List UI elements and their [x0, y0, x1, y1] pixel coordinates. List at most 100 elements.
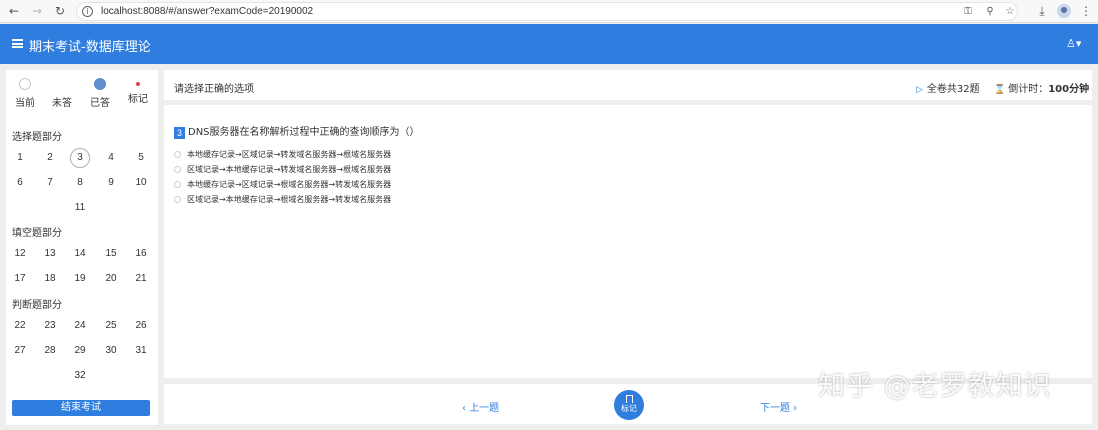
- zoom-icon[interactable]: ⚲: [983, 5, 997, 19]
- question-number-15[interactable]: 15: [101, 244, 121, 264]
- option-a[interactable]: 本地缓存记录→区域记录→转发域名服务器→根域名服务器: [174, 149, 391, 160]
- question-number-26[interactable]: 26: [131, 316, 151, 336]
- question-panel: 3 DNS服务器在名称解析过程中正确的查询顺序为（） 本地缓存记录→区域记录→转发…: [164, 105, 1092, 378]
- question-number-11[interactable]: 11: [70, 198, 90, 218]
- download-icon[interactable]: ⤓: [1034, 3, 1050, 19]
- url-text[interactable]: localhost:8088/#/answer?examCode=2019000…: [101, 6, 313, 17]
- section-title-choice: 选择题部分: [12, 132, 62, 143]
- question-number-10[interactable]: 10: [131, 173, 151, 193]
- question-number-21[interactable]: 21: [131, 269, 151, 289]
- status-legend: 当前 未答 已答 标记: [6, 70, 158, 110]
- bookmark-star-icon[interactable]: ☆: [1003, 5, 1017, 19]
- prev-question-button[interactable]: ‹ 上一题: [462, 399, 499, 414]
- next-question-button[interactable]: 下一题 ›: [760, 399, 797, 414]
- question-navigator: 当前 未答 已答 标记 选择题部分 1 2 3 4 5 6 7 8 9 10 1…: [6, 70, 158, 425]
- question-number-17[interactable]: 17: [10, 269, 30, 289]
- question-number-27[interactable]: 27: [10, 341, 30, 361]
- total-questions: ▷ 全卷共32题: [916, 80, 980, 95]
- prev-label: 上一题: [469, 403, 500, 414]
- countdown-value: 100分钟: [1048, 84, 1090, 95]
- next-label: 下一题: [760, 403, 790, 414]
- question-number-19[interactable]: 19: [70, 269, 90, 289]
- current-marker-icon: [19, 78, 31, 90]
- user-menu-icon[interactable]: ♙▾: [1066, 37, 1090, 53]
- question-number-24[interactable]: 24: [70, 316, 90, 336]
- section-title-judge: 判断题部分: [12, 300, 62, 311]
- radio-icon[interactable]: [174, 196, 181, 203]
- flagged-marker-icon: [136, 82, 140, 86]
- radio-icon[interactable]: [174, 181, 181, 188]
- address-bar[interactable]: i localhost:8088/#/answer?examCode=20190…: [76, 2, 1018, 21]
- instruction-text: 请选择正确的选项: [174, 84, 254, 95]
- countdown-label: 倒计时：: [1008, 84, 1049, 95]
- question-number-32[interactable]: 32: [70, 366, 90, 386]
- question-number-7[interactable]: 7: [40, 173, 60, 193]
- play-icon: ▷: [916, 85, 923, 95]
- chevron-right-icon: ›: [790, 403, 798, 414]
- question-number-18[interactable]: 18: [40, 269, 60, 289]
- legend-current: 当前: [8, 78, 42, 109]
- question-number-6[interactable]: 6: [10, 173, 30, 193]
- question-number-30[interactable]: 30: [101, 341, 121, 361]
- answered-marker-icon: [94, 78, 106, 90]
- question-number-12[interactable]: 12: [10, 244, 30, 264]
- question-number-13[interactable]: 13: [40, 244, 60, 264]
- countdown-timer: ⌛ 倒计时：100分钟: [994, 80, 1089, 95]
- legend-label: 已答: [90, 98, 110, 109]
- question-stem: 3 DNS服务器在名称解析过程中正确的查询顺序为（）: [174, 123, 420, 139]
- flag-label: 标记: [621, 404, 637, 413]
- option-d[interactable]: 区域记录→本地缓存记录→根域名服务器→转发域名服务器: [174, 194, 391, 205]
- question-number-14[interactable]: 14: [70, 244, 90, 264]
- question-number-2[interactable]: 2: [40, 148, 60, 168]
- end-exam-button[interactable]: 结束考试: [12, 400, 150, 416]
- question-number-20[interactable]: 20: [101, 269, 121, 289]
- password-key-icon[interactable]: ⚿: [961, 5, 975, 19]
- option-b[interactable]: 区域记录→本地缓存记录→转发域名服务器→根域名服务器: [174, 164, 391, 175]
- question-number-29[interactable]: 29: [70, 341, 90, 361]
- hamburger-menu-icon[interactable]: [12, 39, 23, 48]
- question-number-4[interactable]: 4: [101, 148, 121, 168]
- option-text: 本地缓存记录→区域记录→根域名服务器→转发域名服务器: [187, 180, 392, 189]
- legend-unanswered: 未答: [45, 78, 79, 109]
- radio-icon[interactable]: [174, 151, 181, 158]
- legend-label: 当前: [15, 98, 35, 109]
- legend-flagged: 标记: [121, 78, 155, 105]
- question-number-3[interactable]: 3: [70, 148, 90, 168]
- question-number-16[interactable]: 16: [131, 244, 151, 264]
- question-number-1[interactable]: 1: [10, 148, 30, 168]
- section-title-fill: 填空题部分: [12, 228, 62, 239]
- question-number-31[interactable]: 31: [131, 341, 151, 361]
- reload-icon[interactable]: ↻: [52, 3, 68, 19]
- back-icon[interactable]: ←: [6, 3, 22, 19]
- question-number-25[interactable]: 25: [101, 316, 121, 336]
- question-number-8[interactable]: 8: [70, 173, 90, 193]
- radio-icon[interactable]: [174, 166, 181, 173]
- bookmark-icon: [625, 395, 633, 403]
- question-number-5[interactable]: 5: [131, 148, 151, 168]
- flag-question-button[interactable]: 标记: [614, 390, 644, 420]
- watermark: 知乎 @老罗教知识: [818, 371, 1052, 402]
- question-number-22[interactable]: 22: [10, 316, 30, 336]
- app-header: 期末考试-数据库理论 ♙▾: [0, 24, 1098, 64]
- option-c[interactable]: 本地缓存记录→区域记录→根域名服务器→转发域名服务器: [174, 179, 391, 190]
- more-menu-icon[interactable]: ⋮: [1078, 3, 1094, 19]
- question-number-9[interactable]: 9: [101, 173, 121, 193]
- hourglass-icon: ⌛: [994, 85, 1006, 95]
- forward-icon[interactable]: →: [29, 3, 45, 19]
- site-info-icon[interactable]: i: [82, 6, 93, 17]
- option-text: 区域记录→本地缓存记录→转发域名服务器→根域名服务器: [187, 165, 392, 174]
- legend-answered: 已答: [83, 78, 117, 109]
- browser-toolbar: ← → ↻ i localhost:8088/#/answer?examCode…: [0, 0, 1098, 23]
- question-toolbar: 请选择正确的选项 ▷ 全卷共32题 ⌛ 倒计时：100分钟: [164, 70, 1092, 100]
- question-number-28[interactable]: 28: [40, 341, 60, 361]
- question-text: DNS服务器在名称解析过程中正确的查询顺序为（）: [188, 127, 420, 138]
- question-number-23[interactable]: 23: [40, 316, 60, 336]
- total-label: 全卷共32题: [926, 84, 980, 95]
- option-text: 本地缓存记录→区域记录→转发域名服务器→根域名服务器: [187, 150, 392, 159]
- legend-label: 标记: [128, 94, 148, 105]
- legend-label: 未答: [52, 98, 72, 109]
- option-text: 区域记录→本地缓存记录→根域名服务器→转发域名服务器: [187, 195, 392, 204]
- question-index-badge: 3: [174, 127, 185, 139]
- page-title: 期末考试-数据库理论: [29, 40, 151, 55]
- profile-avatar-icon[interactable]: [1057, 4, 1071, 18]
